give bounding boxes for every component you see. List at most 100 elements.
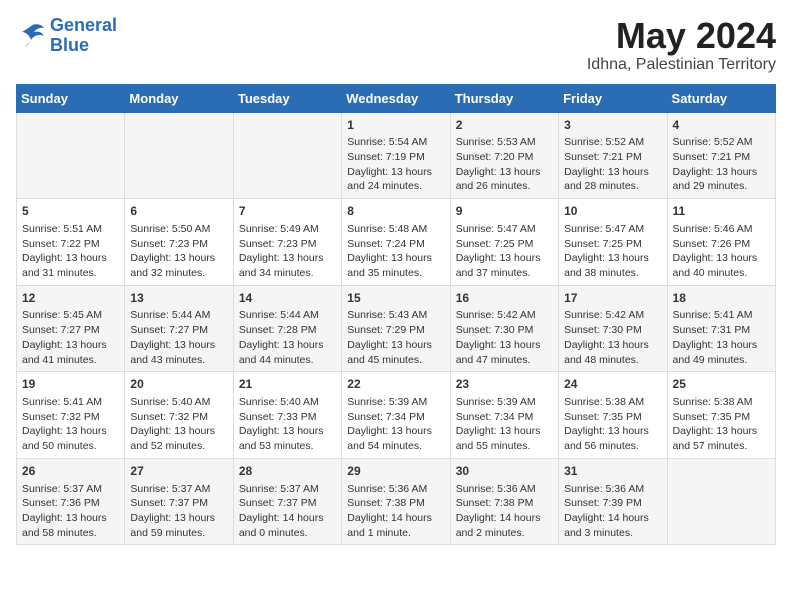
day-info: Sunrise: 5:39 AM Sunset: 7:34 PM Dayligh…	[456, 395, 553, 454]
day-info: Sunrise: 5:39 AM Sunset: 7:34 PM Dayligh…	[347, 395, 444, 454]
calendar-cell: 8 Sunrise: 5:48 AM Sunset: 7:24 PM Daylig…	[342, 199, 450, 286]
title-block: May 2024 Idhna, Palestinian Territory	[587, 16, 776, 74]
weekday-header-wednesday: Wednesday	[342, 84, 450, 112]
calendar-table: SundayMondayTuesdayWednesdayThursdayFrid…	[16, 84, 776, 546]
calendar-cell: 2Sunrise: 5:53 AM Sunset: 7:20 PM Daylig…	[450, 112, 558, 199]
logo-bird-icon	[16, 22, 46, 50]
calendar-cell: 20 Sunrise: 5:40 AM Sunset: 7:32 PM Dayli…	[125, 372, 233, 459]
calendar-cell: 18Sunrise: 5:41 AM Sunset: 7:31 PM Dayli…	[667, 285, 775, 372]
calendar-cell: 28 Sunrise: 5:37 AM Sunset: 7:37 PM Dayli…	[233, 458, 341, 545]
day-info: Sunrise: 5:40 AM Sunset: 7:33 PM Dayligh…	[239, 395, 336, 454]
day-info: Sunrise: 5:41 AM Sunset: 7:31 PM Dayligh…	[673, 308, 770, 367]
day-info: Sunrise: 5:52 AM Sunset: 7:21 PM Dayligh…	[673, 135, 770, 194]
day-number: 15	[347, 290, 444, 307]
day-info: Sunrise: 5:43 AM Sunset: 7:29 PM Dayligh…	[347, 308, 444, 367]
page-header: GeneralBlue May 2024 Idhna, Palestinian …	[16, 16, 776, 74]
calendar-cell: 21 Sunrise: 5:40 AM Sunset: 7:33 PM Dayli…	[233, 372, 341, 459]
day-number: 21	[239, 376, 336, 393]
day-info: Sunrise: 5:44 AM Sunset: 7:27 PM Dayligh…	[130, 308, 227, 367]
day-number: 27	[130, 463, 227, 480]
calendar-cell: 24 Sunrise: 5:38 AM Sunset: 7:35 PM Dayli…	[559, 372, 667, 459]
logo: GeneralBlue	[16, 16, 117, 56]
day-info: Sunrise: 5:36 AM Sunset: 7:38 PM Dayligh…	[347, 482, 444, 541]
day-info: Sunrise: 5:48 AM Sunset: 7:24 PM Dayligh…	[347, 222, 444, 281]
day-info: Sunrise: 5:49 AM Sunset: 7:23 PM Dayligh…	[239, 222, 336, 281]
calendar-cell: 10Sunrise: 5:47 AM Sunset: 7:25 PM Dayli…	[559, 199, 667, 286]
day-info: Sunrise: 5:37 AM Sunset: 7:37 PM Dayligh…	[239, 482, 336, 541]
weekday-header-saturday: Saturday	[667, 84, 775, 112]
calendar-cell: 12Sunrise: 5:45 AM Sunset: 7:27 PM Dayli…	[17, 285, 125, 372]
logo-text: GeneralBlue	[50, 16, 117, 56]
day-info: Sunrise: 5:38 AM Sunset: 7:35 PM Dayligh…	[564, 395, 661, 454]
calendar-cell	[667, 458, 775, 545]
calendar-week-4: 19 Sunrise: 5:41 AM Sunset: 7:32 PM Dayli…	[17, 372, 776, 459]
calendar-cell: 23 Sunrise: 5:39 AM Sunset: 7:34 PM Dayli…	[450, 372, 558, 459]
day-number: 26	[22, 463, 119, 480]
day-number: 17	[564, 290, 661, 307]
calendar-cell: 9 Sunrise: 5:47 AM Sunset: 7:25 PM Daylig…	[450, 199, 558, 286]
calendar-cell: 3Sunrise: 5:52 AM Sunset: 7:21 PM Daylig…	[559, 112, 667, 199]
day-number: 9	[456, 203, 553, 220]
calendar-cell: 25 Sunrise: 5:38 AM Sunset: 7:35 PM Dayli…	[667, 372, 775, 459]
day-info: Sunrise: 5:47 AM Sunset: 7:25 PM Dayligh…	[564, 222, 661, 281]
calendar-cell: 19 Sunrise: 5:41 AM Sunset: 7:32 PM Dayli…	[17, 372, 125, 459]
day-number: 23	[456, 376, 553, 393]
day-info: Sunrise: 5:41 AM Sunset: 7:32 PM Dayligh…	[22, 395, 119, 454]
day-info: Sunrise: 5:54 AM Sunset: 7:19 PM Dayligh…	[347, 135, 444, 194]
calendar-week-1: 1Sunrise: 5:54 AM Sunset: 7:19 PM Daylig…	[17, 112, 776, 199]
day-number: 25	[673, 376, 770, 393]
day-number: 16	[456, 290, 553, 307]
day-info: Sunrise: 5:40 AM Sunset: 7:32 PM Dayligh…	[130, 395, 227, 454]
day-number: 6	[130, 203, 227, 220]
page-title: May 2024	[587, 16, 776, 56]
calendar-cell: 11Sunrise: 5:46 AM Sunset: 7:26 PM Dayli…	[667, 199, 775, 286]
calendar-cell: 31Sunrise: 5:36 AM Sunset: 7:39 PM Dayli…	[559, 458, 667, 545]
calendar-cell: 30Sunrise: 5:36 AM Sunset: 7:38 PM Dayli…	[450, 458, 558, 545]
day-number: 20	[130, 376, 227, 393]
day-info: Sunrise: 5:37 AM Sunset: 7:37 PM Dayligh…	[130, 482, 227, 541]
day-number: 2	[456, 117, 553, 134]
day-number: 30	[456, 463, 553, 480]
calendar-cell: 22Sunrise: 5:39 AM Sunset: 7:34 PM Dayli…	[342, 372, 450, 459]
day-info: Sunrise: 5:38 AM Sunset: 7:35 PM Dayligh…	[673, 395, 770, 454]
day-number: 3	[564, 117, 661, 134]
day-number: 24	[564, 376, 661, 393]
day-number: 19	[22, 376, 119, 393]
calendar-cell: 5 Sunrise: 5:51 AM Sunset: 7:22 PM Daylig…	[17, 199, 125, 286]
day-info: Sunrise: 5:51 AM Sunset: 7:22 PM Dayligh…	[22, 222, 119, 281]
weekday-header-monday: Monday	[125, 84, 233, 112]
weekday-header-sunday: Sunday	[17, 84, 125, 112]
weekday-header-friday: Friday	[559, 84, 667, 112]
day-number: 29	[347, 463, 444, 480]
day-number: 18	[673, 290, 770, 307]
day-number: 5	[22, 203, 119, 220]
weekday-header-thursday: Thursday	[450, 84, 558, 112]
weekday-header-tuesday: Tuesday	[233, 84, 341, 112]
calendar-cell: 13Sunrise: 5:44 AM Sunset: 7:27 PM Dayli…	[125, 285, 233, 372]
day-number: 28	[239, 463, 336, 480]
day-number: 7	[239, 203, 336, 220]
page-subtitle: Idhna, Palestinian Territory	[587, 56, 776, 74]
day-info: Sunrise: 5:45 AM Sunset: 7:27 PM Dayligh…	[22, 308, 119, 367]
day-number: 14	[239, 290, 336, 307]
day-number: 12	[22, 290, 119, 307]
calendar-cell	[125, 112, 233, 199]
day-info: Sunrise: 5:47 AM Sunset: 7:25 PM Dayligh…	[456, 222, 553, 281]
day-info: Sunrise: 5:52 AM Sunset: 7:21 PM Dayligh…	[564, 135, 661, 194]
day-number: 1	[347, 117, 444, 134]
calendar-week-3: 12Sunrise: 5:45 AM Sunset: 7:27 PM Dayli…	[17, 285, 776, 372]
calendar-cell: 1Sunrise: 5:54 AM Sunset: 7:19 PM Daylig…	[342, 112, 450, 199]
calendar-cell: 29 Sunrise: 5:36 AM Sunset: 7:38 PM Dayli…	[342, 458, 450, 545]
day-number: 4	[673, 117, 770, 134]
day-number: 8	[347, 203, 444, 220]
calendar-cell: 14Sunrise: 5:44 AM Sunset: 7:28 PM Dayli…	[233, 285, 341, 372]
calendar-week-2: 5 Sunrise: 5:51 AM Sunset: 7:22 PM Daylig…	[17, 199, 776, 286]
calendar-cell: 15Sunrise: 5:43 AM Sunset: 7:29 PM Dayli…	[342, 285, 450, 372]
day-info: Sunrise: 5:50 AM Sunset: 7:23 PM Dayligh…	[130, 222, 227, 281]
calendar-cell: 4Sunrise: 5:52 AM Sunset: 7:21 PM Daylig…	[667, 112, 775, 199]
calendar-cell	[233, 112, 341, 199]
calendar-cell: 17Sunrise: 5:42 AM Sunset: 7:30 PM Dayli…	[559, 285, 667, 372]
day-info: Sunrise: 5:42 AM Sunset: 7:30 PM Dayligh…	[564, 308, 661, 367]
day-info: Sunrise: 5:46 AM Sunset: 7:26 PM Dayligh…	[673, 222, 770, 281]
calendar-cell: 16Sunrise: 5:42 AM Sunset: 7:30 PM Dayli…	[450, 285, 558, 372]
